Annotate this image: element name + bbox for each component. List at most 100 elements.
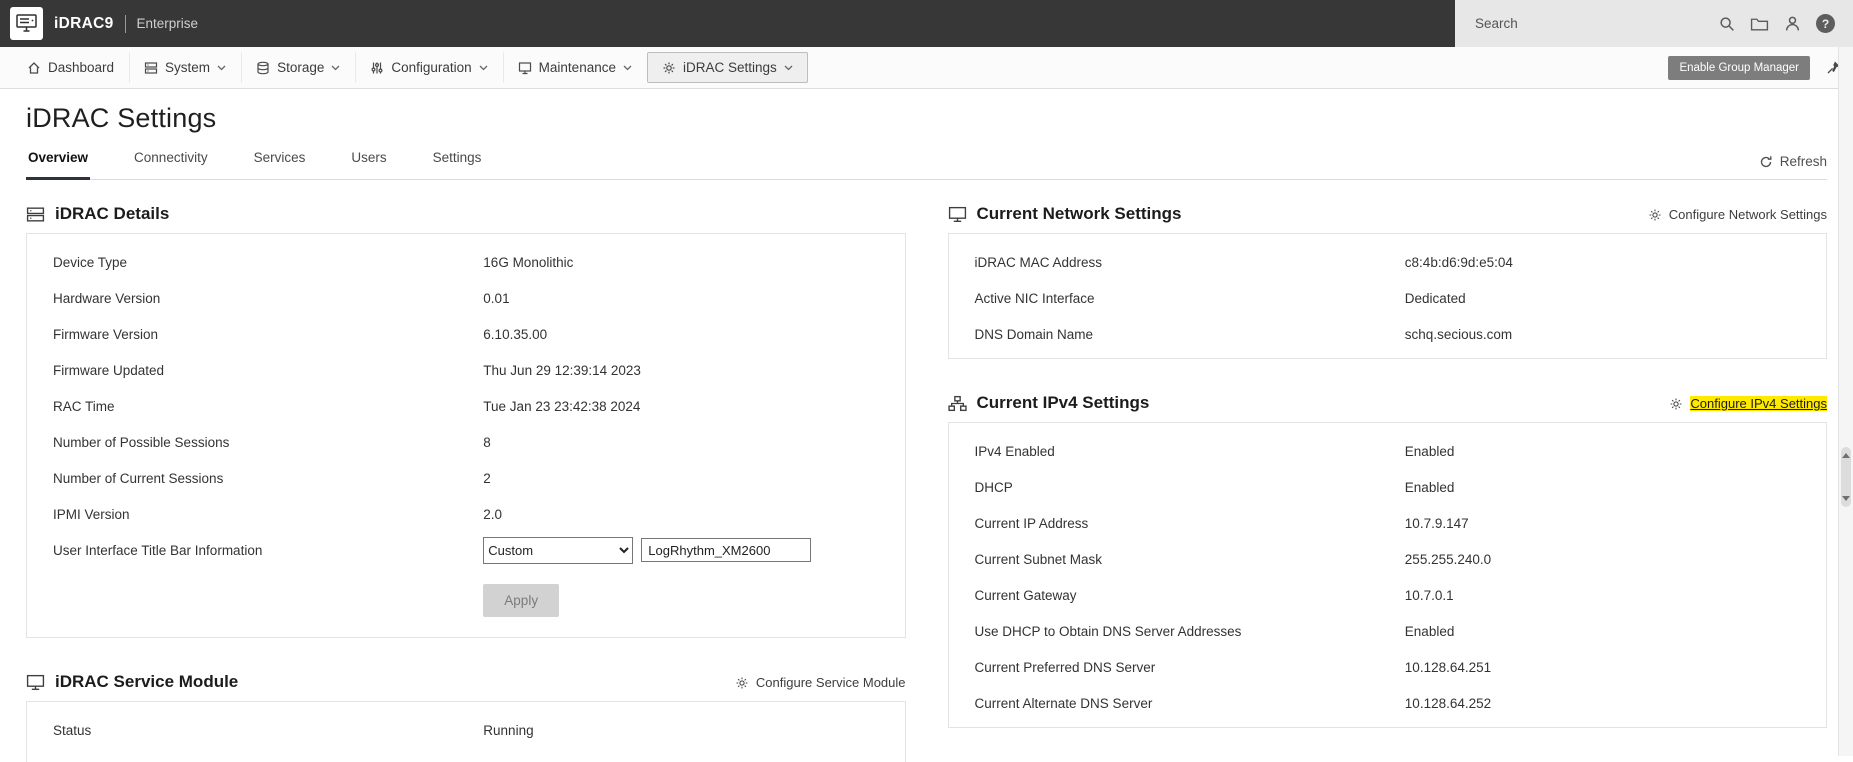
gear-icon: [1669, 397, 1683, 411]
nav-item-system[interactable]: System: [129, 52, 241, 83]
apply-button[interactable]: Apply: [483, 584, 559, 617]
nav-item-idrac-settings[interactable]: iDRAC Settings: [647, 52, 808, 83]
detail-row: Current Gateway 10.7.0.1: [949, 577, 1827, 613]
nav-item-configuration[interactable]: Configuration: [355, 52, 502, 83]
enable-group-manager-button[interactable]: Enable Group Manager: [1668, 56, 1810, 80]
home-icon: [27, 61, 41, 75]
scroll-down-icon[interactable]: [1842, 496, 1850, 501]
detail-value: Enabled: [1405, 480, 1826, 495]
nav-item-maintenance[interactable]: Maintenance: [503, 52, 647, 83]
search-icon[interactable]: [1719, 16, 1735, 32]
detail-row: Status Running: [27, 712, 905, 748]
nav-label: Maintenance: [539, 60, 616, 75]
detail-value: 10.128.64.251: [1405, 660, 1826, 675]
detail-row: Hardware Version 0.01: [27, 280, 905, 316]
nav-label: Configuration: [391, 60, 471, 75]
nav-item-dashboard[interactable]: Dashboard: [12, 52, 129, 83]
service-module-body: Status Running: [26, 701, 906, 762]
section-network-settings: Current Network Settings Configure Netwo…: [948, 198, 1828, 359]
detail-row: IPMI Version 2.0: [27, 496, 905, 532]
apply-row: Apply: [27, 584, 905, 617]
monitor-icon: [948, 206, 967, 223]
detail-row: Current Preferred DNS Server 10.128.64.2…: [949, 649, 1827, 685]
server-details-icon: [26, 206, 45, 223]
topbar-right: ?: [1455, 0, 1853, 47]
detail-row: Firmware Version 6.10.35.00: [27, 316, 905, 352]
brand: iDRAC9 Enterprise: [54, 15, 198, 33]
tab-connectivity[interactable]: Connectivity: [132, 144, 210, 180]
chevron-down-icon: [217, 65, 226, 71]
detail-row: IPv4 Enabled Enabled: [949, 433, 1827, 469]
server-icon: [144, 61, 158, 75]
tab-users[interactable]: Users: [349, 144, 388, 180]
title-bar-controls: Custom: [483, 537, 904, 564]
detail-row: Number of Current Sessions 2: [27, 460, 905, 496]
detail-label: Firmware Updated: [27, 363, 483, 378]
nav-item-storage[interactable]: Storage: [241, 52, 355, 83]
network-settings-body: iDRAC MAC Address c8:4b:d6:9d:e5:04 Acti…: [948, 233, 1828, 359]
gear-icon: [662, 61, 676, 75]
detail-label: DHCP: [949, 480, 1405, 495]
detail-label: Status: [27, 723, 483, 738]
detail-value: 255.255.240.0: [1405, 552, 1826, 567]
help-icon[interactable]: ?: [1816, 14, 1835, 33]
detail-label: IPv4 Enabled: [949, 444, 1405, 459]
detail-row: Current Alternate DNS Server 10.128.64.2…: [949, 685, 1827, 721]
title-bar-info-row: User Interface Title Bar Information Cus…: [27, 532, 905, 568]
detail-label: IPMI Version: [27, 507, 483, 522]
topbar: iDRAC9 Enterprise ?: [0, 0, 1853, 47]
detail-value: schq.secious.com: [1405, 327, 1826, 342]
tab-overview[interactable]: Overview: [26, 144, 90, 180]
detail-value: 10.7.9.147: [1405, 516, 1826, 531]
folder-icon[interactable]: [1750, 16, 1769, 32]
maintenance-icon: [518, 61, 532, 75]
title-bar-text-input[interactable]: [641, 538, 811, 562]
detail-value: Thu Jun 29 12:39:14 2023: [483, 363, 904, 378]
monitor-icon: [26, 674, 45, 691]
scrollbar-thumb[interactable]: [1841, 447, 1851, 507]
detail-value: 10.7.0.1: [1405, 588, 1826, 603]
configure-link-label-highlighted: Configure IPv4 Settings: [1690, 396, 1827, 411]
section-header: Current Network Settings Configure Netwo…: [948, 198, 1828, 233]
detail-label: RAC Time: [27, 399, 483, 414]
search-input[interactable]: [1473, 15, 1704, 32]
refresh-icon: [1759, 155, 1773, 169]
configure-network-settings-link[interactable]: Configure Network Settings: [1648, 207, 1827, 222]
configure-service-module-link[interactable]: Configure Service Module: [735, 675, 906, 690]
configure-link-label: Configure Network Settings: [1669, 207, 1827, 222]
tab-services[interactable]: Services: [252, 144, 308, 180]
network-sitemap-icon: [948, 395, 967, 412]
detail-row: Number of Possible Sessions 8: [27, 424, 905, 460]
nav-label: iDRAC Settings: [683, 60, 777, 75]
detail-label: DNS Domain Name: [949, 327, 1405, 342]
sliders-icon: [370, 61, 384, 75]
storage-icon: [256, 61, 270, 75]
scroll-up-icon[interactable]: [1842, 453, 1850, 458]
detail-row: Device Type 16G Monolithic: [27, 244, 905, 280]
detail-row: iDRAC MAC Address c8:4b:d6:9d:e5:04: [949, 244, 1827, 280]
user-icon[interactable]: [1784, 15, 1801, 32]
tab-settings[interactable]: Settings: [431, 144, 484, 180]
idrac-logo-icon[interactable]: [10, 7, 43, 40]
detail-label: Current Gateway: [949, 588, 1405, 603]
configure-ipv4-settings-link[interactable]: Configure IPv4 Settings: [1669, 396, 1827, 411]
detail-label: Number of Possible Sessions: [27, 435, 483, 450]
detail-label: Current IP Address: [949, 516, 1405, 531]
chevron-down-icon: [623, 65, 632, 71]
chevron-down-icon: [479, 65, 488, 71]
detail-value: Running: [483, 723, 904, 738]
detail-label: Current Subnet Mask: [949, 552, 1405, 567]
refresh-button[interactable]: Refresh: [1759, 154, 1827, 169]
title-bar-mode-select[interactable]: Custom: [483, 537, 633, 564]
detail-label: Active NIC Interface: [949, 291, 1405, 306]
detail-label: Number of Current Sessions: [27, 471, 483, 486]
main-nav: Dashboard System Storage: [0, 47, 1853, 89]
page-content: iDRAC Settings Overview Connectivity Ser…: [0, 103, 1853, 762]
nav-label: Dashboard: [48, 60, 114, 75]
right-column: Current Network Settings Configure Netwo…: [948, 198, 1828, 762]
detail-row: Firmware Updated Thu Jun 29 12:39:14 202…: [27, 352, 905, 388]
section-header: iDRAC Details: [26, 198, 906, 233]
section-header: Current IPv4 Settings Configure IPv4 Set…: [948, 387, 1828, 422]
scrollbar[interactable]: [1838, 47, 1853, 756]
section-idrac-details: iDRAC Details Device Type 16G Monolithic…: [26, 198, 906, 638]
